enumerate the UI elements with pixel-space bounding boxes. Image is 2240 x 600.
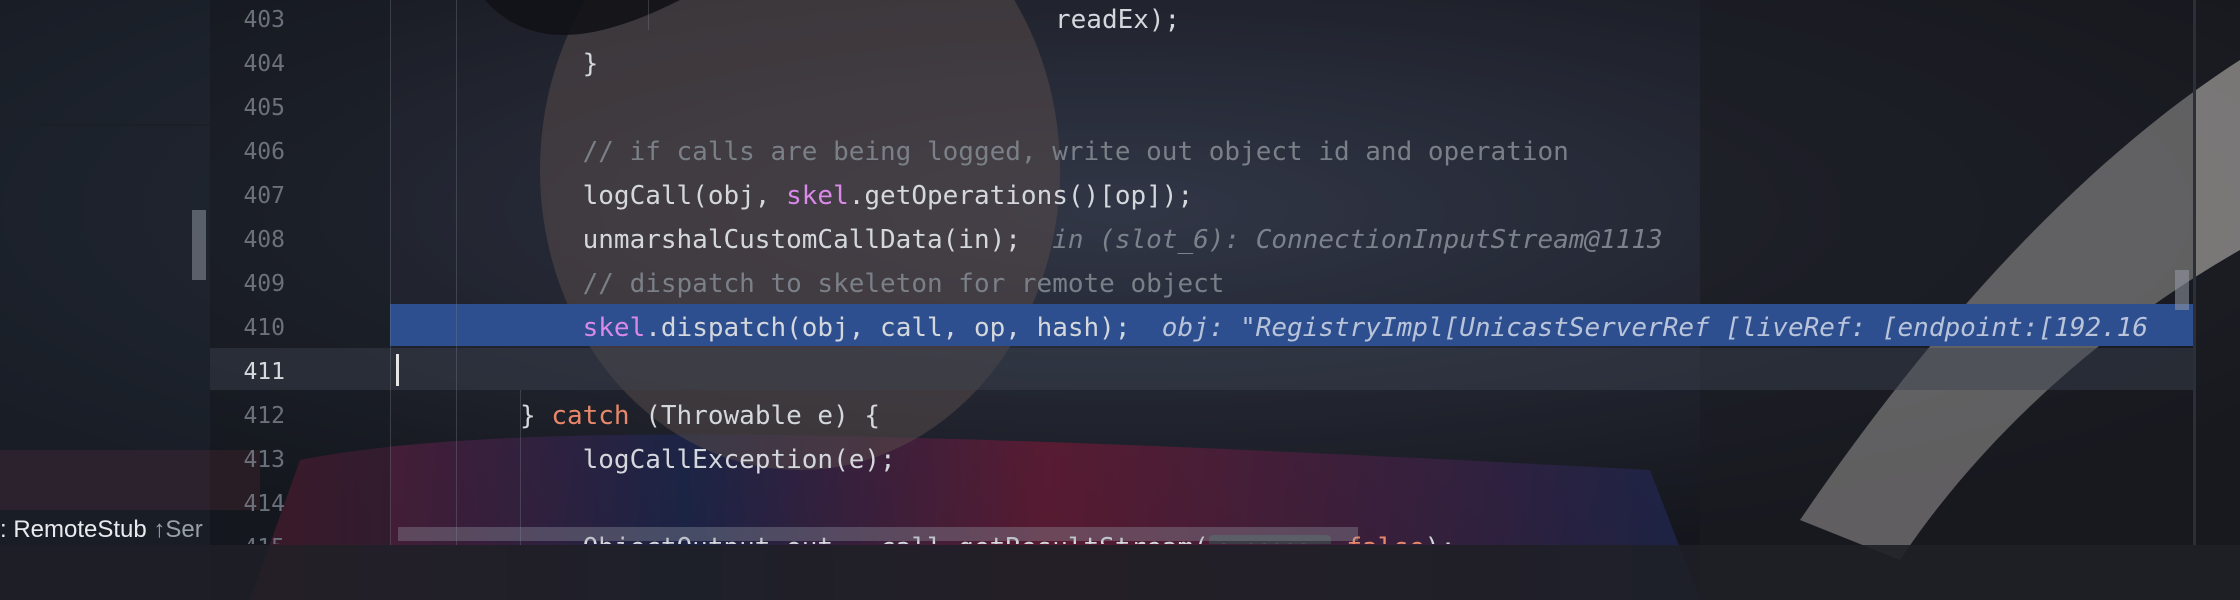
code-text: readEx);: [648, 5, 1181, 35]
code-line: } catch (Throwable e) {: [520, 394, 880, 438]
line-number: 404: [243, 51, 285, 77]
code-text: logCall(obj,: [520, 181, 787, 211]
line-number-current: 411: [243, 359, 285, 385]
inline-debug-value: obj: "RegistryImpl[UnicastServerRef [liv…: [1130, 313, 2148, 343]
line-number: 406: [243, 139, 285, 165]
structure-item-label: : RemoteStub: [0, 516, 147, 543]
line-number: 403: [243, 7, 285, 33]
code-comment: // dispatch to skeleton for remote objec…: [520, 269, 1225, 299]
line-number: 412: [243, 403, 285, 429]
code-comment: // if calls are being logged, write out …: [520, 137, 1569, 167]
bottom-tool-bar: [0, 545, 2240, 600]
text-caret: [396, 354, 399, 386]
code-field: skel: [786, 181, 849, 211]
line-number: 415: [210, 526, 285, 544]
indent-guide: [456, 0, 457, 545]
code-line: logCallException(e);: [520, 438, 896, 482]
code-line: readEx);: [648, 0, 1180, 42]
code-text: }: [520, 401, 552, 431]
editor-horizontal-scrollbar[interactable]: [398, 527, 1358, 541]
code-text: (Throwable e) {: [629, 401, 881, 431]
project-structure-panel: : RemoteStub ↑Ser: [0, 0, 210, 600]
code-text: .dispatch(obj, call, op, hash);: [645, 313, 1131, 343]
structure-item-suffix: ↑Ser: [153, 516, 203, 543]
code-field: skel: [520, 313, 646, 343]
indent-guide: [390, 0, 391, 545]
line-number: 409: [243, 271, 285, 297]
editor-right-border: [2193, 0, 2196, 545]
editor-scrollbar[interactable]: [2175, 270, 2189, 310]
inline-debug-value: in (slot_6): ConnectionInputStream@1113: [1020, 225, 1663, 255]
line-number: 407: [243, 183, 285, 209]
code-text: logCallException(e);: [520, 445, 896, 475]
code-text: );: [1425, 533, 1456, 544]
code-line: logCall(obj, skel.getOperations()[op]);: [520, 174, 1194, 218]
line-number: 405: [243, 95, 285, 121]
code-line: // dispatch to skeleton for remote objec…: [520, 262, 1225, 306]
line-number: 410: [243, 315, 285, 341]
code-line-execution-point: skel.dispatch(obj, call, op, hash); obj:…: [520, 306, 2195, 350]
panel-divider: [0, 124, 210, 126]
code-line: // if calls are being logged, write out …: [520, 130, 1569, 174]
code-text: unmarshalCustomCallData(in);: [520, 225, 1021, 255]
code-keyword: catch: [551, 401, 630, 431]
line-number: 413: [243, 447, 285, 473]
code-line: unmarshalCustomCallData(in); in (slot_6)…: [520, 218, 1663, 262]
structure-item-remote-stub[interactable]: : RemoteStub ↑Ser: [0, 512, 203, 548]
line-number: 408: [243, 227, 285, 253]
code-text: }: [520, 49, 599, 79]
code-line: }: [520, 42, 599, 86]
caret-line-highlight: [210, 348, 2195, 390]
panel-scrollbar[interactable]: [192, 210, 206, 280]
code-text: .getOperations()[op]);: [848, 181, 1194, 211]
line-number: 414: [243, 491, 285, 517]
